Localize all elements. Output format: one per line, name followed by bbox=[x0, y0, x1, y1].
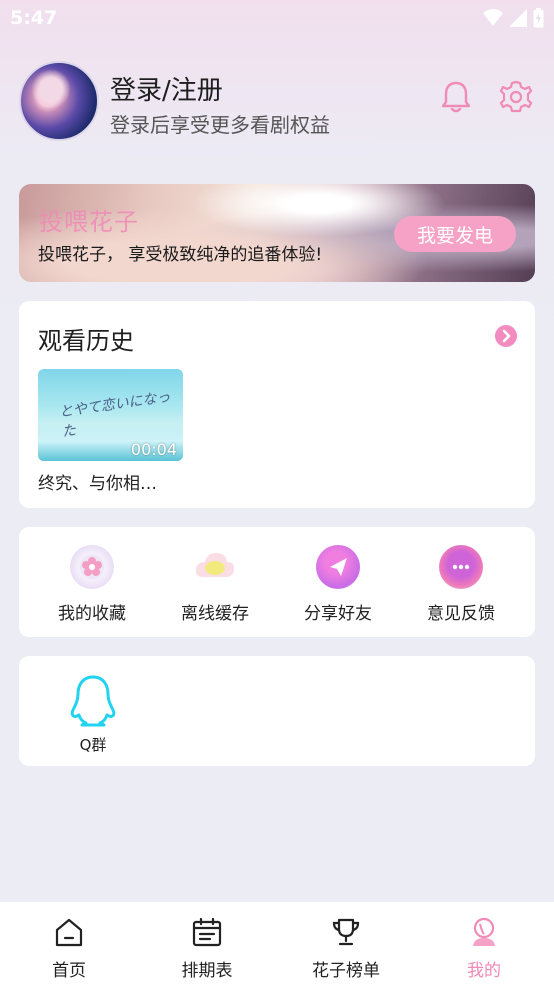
tab-label-ranking: 花子榜单 bbox=[312, 961, 380, 981]
qq-group-button[interactable]: Q群 bbox=[63, 674, 123, 755]
cloud-icon bbox=[193, 545, 237, 589]
avatar-highlight bbox=[31, 69, 71, 109]
history-item-thumbnail[interactable]: とやて恋いになった 00:04 bbox=[38, 369, 183, 461]
notification-button[interactable] bbox=[440, 80, 472, 114]
donation-banner[interactable]: 投喂花子 投喂花子， 享受极致纯净的追番体验! 我要发电 bbox=[19, 184, 535, 282]
history-item-duration: 00:04 bbox=[130, 440, 177, 459]
signal-icon bbox=[509, 9, 527, 27]
tab-label-home: 首页 bbox=[52, 961, 86, 981]
trophy-icon bbox=[332, 918, 360, 946]
wifi-icon bbox=[483, 9, 503, 26]
battery-icon bbox=[533, 8, 544, 28]
qq-group-label: Q群 bbox=[79, 736, 107, 754]
feature-menu-card: 我的收藏 离线缓存 分享好友 意见反馈 bbox=[19, 527, 535, 637]
calendar-icon bbox=[192, 917, 222, 947]
menu-item-feedback[interactable]: 意见反馈 bbox=[406, 545, 516, 624]
tab-label-schedule: 排期表 bbox=[181, 961, 233, 981]
menu-label-feedback: 意见反馈 bbox=[427, 604, 495, 624]
tab-home[interactable]: 首页 bbox=[14, 916, 124, 981]
history-item-title[interactable]: 终究、与你相… bbox=[38, 469, 157, 494]
tab-ranking[interactable]: 花子榜单 bbox=[291, 916, 401, 981]
history-title: 观看历史 bbox=[38, 327, 134, 355]
menu-item-offline-cache[interactable]: 离线缓存 bbox=[160, 545, 270, 624]
settings-button[interactable] bbox=[498, 79, 534, 115]
login-subtitle: 登录后享受更多看剧权益 bbox=[110, 113, 330, 137]
menu-label-favorites: 我的收藏 bbox=[58, 604, 126, 624]
tab-profile[interactable]: 我的 bbox=[429, 916, 539, 981]
qq-group-card: Q群 bbox=[19, 656, 535, 766]
tab-label-profile: 我的 bbox=[467, 961, 501, 981]
chat-icon bbox=[439, 545, 483, 589]
tab-schedule[interactable]: 排期表 bbox=[152, 916, 262, 981]
bottom-tab-bar: 首页 排期表 花子榜单 我的 bbox=[0, 902, 554, 984]
flower-icon bbox=[70, 545, 114, 589]
profile-icon bbox=[473, 917, 495, 946]
profile-header: 登录/注册 登录后享受更多看剧权益 bbox=[18, 60, 538, 142]
avatar[interactable] bbox=[19, 61, 99, 141]
menu-item-favorites[interactable]: 我的收藏 bbox=[37, 545, 147, 624]
qq-penguin-icon bbox=[70, 675, 116, 727]
status-icons bbox=[483, 8, 544, 28]
watch-history-card: 观看历史 とやて恋いになった 00:04 终究、与你相… bbox=[19, 301, 535, 508]
banner-text: 投喂花子， 享受极致纯净的追番体验! bbox=[38, 245, 323, 265]
menu-label-offline-cache: 离线缓存 bbox=[181, 604, 249, 624]
status-time: 5:47 bbox=[10, 7, 58, 29]
login-register-link[interactable]: 登录/注册 bbox=[110, 70, 223, 107]
menu-item-share[interactable]: 分享好友 bbox=[283, 545, 393, 624]
send-icon bbox=[316, 545, 360, 589]
home-icon bbox=[55, 918, 83, 947]
donate-button[interactable]: 我要发电 bbox=[394, 216, 516, 252]
status-bar: 5:47 bbox=[0, 0, 554, 38]
menu-label-share: 分享好友 bbox=[304, 604, 372, 624]
history-more-button[interactable] bbox=[495, 325, 517, 347]
gear-icon bbox=[499, 80, 533, 113]
chevron-right-icon bbox=[502, 329, 511, 343]
bell-icon bbox=[441, 81, 471, 113]
banner-heading: 投喂花子 bbox=[39, 208, 139, 236]
